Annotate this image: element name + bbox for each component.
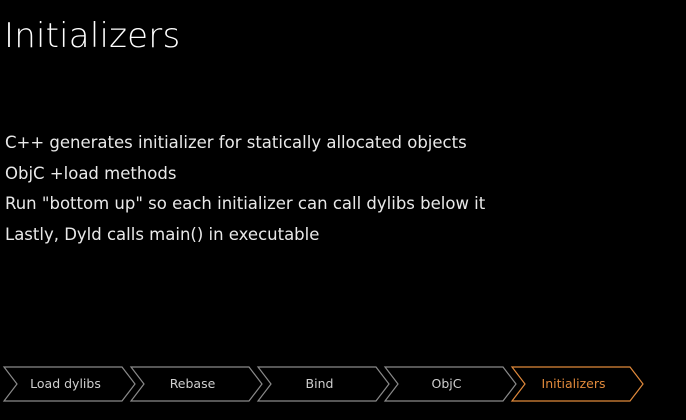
bullet-item: ObjC +load methods [5, 163, 177, 183]
step-label: Rebase [169, 376, 216, 391]
step-objc[interactable]: ObjC [381, 366, 512, 402]
step-label: Load dylibs [30, 376, 101, 391]
progress-chevron-bar: Load dylibs Rebase Bind ObjC Initializer… [0, 366, 686, 402]
step-label: Bind [305, 376, 334, 391]
bullet-item: Run "bottom up" so each initializer can … [5, 194, 486, 213]
bullet-item: Lastly, Dyld calls main() in executable [5, 224, 320, 244]
step-rebase[interactable]: Rebase [127, 366, 258, 402]
bullet-item: C++ generates initializer for statically… [5, 133, 467, 152]
step-label: ObjC [431, 376, 462, 391]
step-load-dylibs[interactable]: Load dylibs [0, 366, 131, 402]
slide-title: Initializers [4, 16, 181, 56]
step-label: Initializers [541, 376, 606, 391]
bullet-list: C++ generates initializer for statically… [5, 128, 485, 250]
step-initializers[interactable]: Initializers [508, 366, 639, 402]
step-bind[interactable]: Bind [254, 366, 385, 402]
